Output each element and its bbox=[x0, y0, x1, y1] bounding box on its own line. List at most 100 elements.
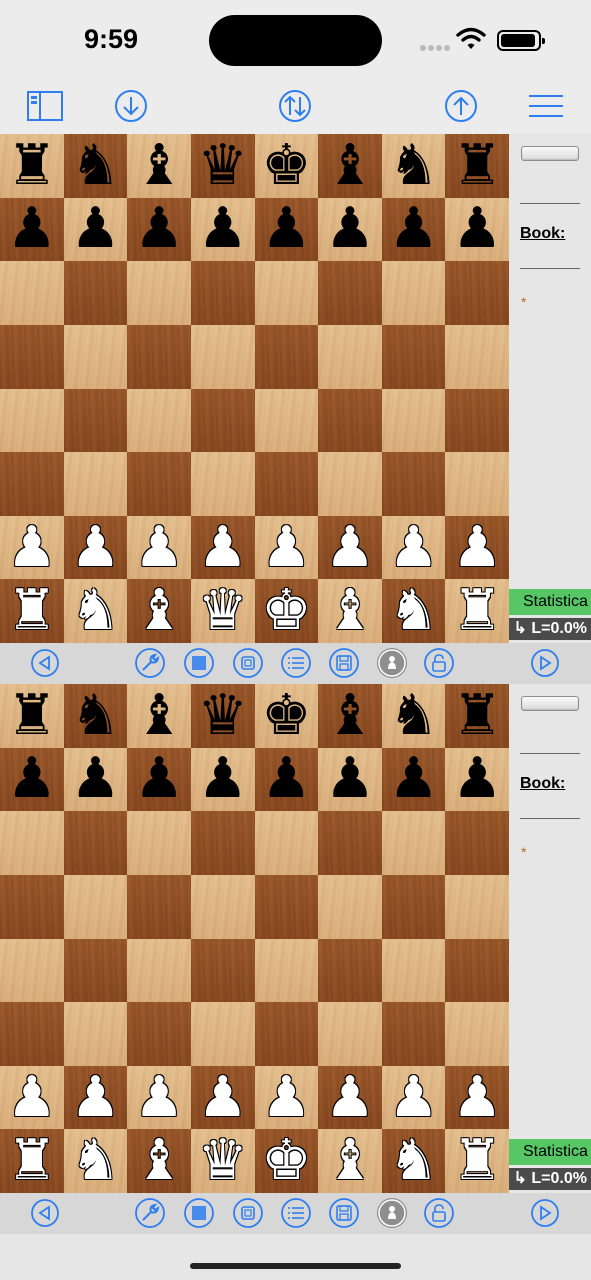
board-square[interactable] bbox=[254, 388, 319, 453]
board-square[interactable]: ♟ bbox=[190, 197, 255, 262]
board-square[interactable]: ♟ bbox=[254, 515, 319, 580]
black-pawn-icon[interactable]: ♟ bbox=[452, 201, 502, 257]
sidebar-icon[interactable] bbox=[25, 86, 65, 126]
wrench-icon[interactable] bbox=[134, 1197, 166, 1229]
board-square[interactable] bbox=[445, 452, 509, 516]
board-square[interactable] bbox=[381, 938, 446, 1003]
board-square[interactable] bbox=[381, 261, 446, 325]
board-square[interactable] bbox=[0, 874, 64, 939]
white-pawn-icon[interactable]: ♟ bbox=[134, 519, 184, 576]
white-bishop-icon[interactable]: ♝ bbox=[134, 583, 184, 639]
black-pawn-icon[interactable]: ♟ bbox=[70, 201, 120, 257]
board-square[interactable] bbox=[445, 324, 509, 389]
black-knight-icon[interactable]: ♞ bbox=[388, 687, 438, 744]
white-pawn-icon[interactable]: ♟ bbox=[7, 1069, 57, 1126]
white-pawn-icon[interactable]: ♟ bbox=[325, 519, 375, 576]
board-square[interactable]: ♛ bbox=[190, 134, 255, 198]
board-square[interactable] bbox=[318, 388, 382, 453]
previous-move-icon[interactable] bbox=[29, 1197, 61, 1229]
white-king-icon[interactable]: ♚ bbox=[261, 1133, 311, 1189]
board-square[interactable]: ♝ bbox=[318, 1129, 382, 1193]
info-slider[interactable] bbox=[521, 696, 579, 711]
board-square[interactable]: ♞ bbox=[63, 579, 128, 643]
board-square[interactable]: ♜ bbox=[0, 134, 64, 198]
white-pawn-icon[interactable]: ♟ bbox=[134, 1069, 184, 1126]
chess-board[interactable]: ♜ ♞ ♝ ♛ ♚ ♝ ♞ ♜ ♟ ♟ ♟ ♟ ♟ ♟ ♟ ♟ ♟ ♟ ♟ ♟ ♟ ♟ ♟ ♟ ♜ ♞ ♝ ♛ ♚ ♝ ♞ ♜ bbox=[0, 134, 509, 643]
white-pawn-icon[interactable]: ♟ bbox=[452, 1069, 502, 1126]
board-square[interactable] bbox=[127, 261, 191, 325]
board-square[interactable]: ♟ bbox=[0, 747, 64, 812]
white-bishop-icon[interactable]: ♝ bbox=[325, 583, 375, 639]
board-square[interactable] bbox=[127, 1002, 191, 1066]
board-square[interactable] bbox=[318, 938, 382, 1003]
black-bishop-icon[interactable]: ♝ bbox=[325, 687, 375, 744]
board-square[interactable] bbox=[254, 452, 319, 516]
board-square[interactable]: ♜ bbox=[445, 579, 509, 643]
board-square[interactable]: ♞ bbox=[381, 684, 446, 748]
board-square[interactable]: ♟ bbox=[254, 197, 319, 262]
board-square[interactable] bbox=[127, 452, 191, 516]
black-queen-icon[interactable]: ♛ bbox=[198, 137, 248, 194]
board-square[interactable]: ♝ bbox=[127, 134, 191, 198]
white-rook-icon[interactable]: ♜ bbox=[7, 1133, 57, 1189]
board-square[interactable] bbox=[445, 388, 509, 453]
board-square[interactable]: ♟ bbox=[63, 1065, 128, 1130]
white-pawn-icon[interactable]: ♟ bbox=[325, 1069, 375, 1126]
board-square[interactable]: ♜ bbox=[0, 1129, 64, 1193]
board-square[interactable] bbox=[190, 324, 255, 389]
black-pawn-icon[interactable]: ♟ bbox=[261, 201, 311, 257]
black-pawn-icon[interactable]: ♟ bbox=[134, 751, 184, 807]
board-square[interactable] bbox=[63, 938, 128, 1003]
black-pawn-icon[interactable]: ♟ bbox=[325, 751, 375, 807]
board-square[interactable] bbox=[127, 874, 191, 939]
black-pawn-icon[interactable]: ♟ bbox=[325, 201, 375, 257]
board-square[interactable]: ♝ bbox=[318, 579, 382, 643]
black-queen-icon[interactable]: ♛ bbox=[198, 687, 248, 744]
board-square[interactable] bbox=[63, 452, 128, 516]
lock-icon[interactable] bbox=[423, 1197, 455, 1229]
board-square[interactable] bbox=[190, 874, 255, 939]
board-square[interactable]: ♟ bbox=[127, 197, 191, 262]
board-square[interactable]: ♟ bbox=[127, 1065, 191, 1130]
white-pawn-icon[interactable]: ♟ bbox=[452, 519, 502, 576]
board-square[interactable] bbox=[63, 1002, 128, 1066]
board-square[interactable]: ♟ bbox=[318, 197, 382, 262]
engine-chip-icon[interactable] bbox=[232, 1197, 264, 1229]
move-list-icon[interactable] bbox=[280, 647, 312, 679]
board-square[interactable] bbox=[445, 261, 509, 325]
board-square[interactable] bbox=[254, 874, 319, 939]
board-square[interactable] bbox=[127, 811, 191, 875]
white-pawn-icon[interactable]: ♟ bbox=[388, 1069, 438, 1126]
black-pawn-icon[interactable]: ♟ bbox=[198, 751, 248, 807]
board-square[interactable]: ♟ bbox=[445, 197, 509, 262]
white-pawn-icon[interactable]: ♟ bbox=[261, 519, 311, 576]
board-square[interactable] bbox=[190, 811, 255, 875]
black-knight-icon[interactable]: ♞ bbox=[70, 687, 120, 744]
board-square[interactable] bbox=[190, 938, 255, 1003]
flip-board-icon[interactable] bbox=[275, 86, 315, 126]
board-square[interactable]: ♚ bbox=[254, 684, 319, 748]
board-square[interactable]: ♜ bbox=[0, 579, 64, 643]
white-pawn-icon[interactable]: ♟ bbox=[198, 519, 248, 576]
board-square[interactable]: ♟ bbox=[127, 747, 191, 812]
white-rook-icon[interactable]: ♜ bbox=[452, 583, 502, 639]
board-square[interactable]: ♚ bbox=[254, 579, 319, 643]
board-square[interactable]: ♟ bbox=[0, 197, 64, 262]
board-square[interactable]: ♟ bbox=[190, 1065, 255, 1130]
board-square[interactable] bbox=[254, 324, 319, 389]
board-square[interactable] bbox=[318, 811, 382, 875]
white-knight-icon[interactable]: ♞ bbox=[388, 1133, 438, 1189]
board-square[interactable] bbox=[318, 452, 382, 516]
white-knight-icon[interactable]: ♞ bbox=[70, 583, 120, 639]
board-square[interactable] bbox=[318, 874, 382, 939]
board-square[interactable]: ♚ bbox=[254, 134, 319, 198]
board-square[interactable]: ♛ bbox=[190, 1129, 255, 1193]
board-square[interactable]: ♟ bbox=[63, 197, 128, 262]
board-square[interactable] bbox=[63, 388, 128, 453]
board-texture-icon[interactable] bbox=[183, 1197, 215, 1229]
board-square[interactable]: ♟ bbox=[318, 1065, 382, 1130]
board-square[interactable]: ♝ bbox=[127, 1129, 191, 1193]
board-square[interactable] bbox=[63, 324, 128, 389]
next-move-icon[interactable] bbox=[529, 1197, 561, 1229]
board-square[interactable] bbox=[127, 324, 191, 389]
